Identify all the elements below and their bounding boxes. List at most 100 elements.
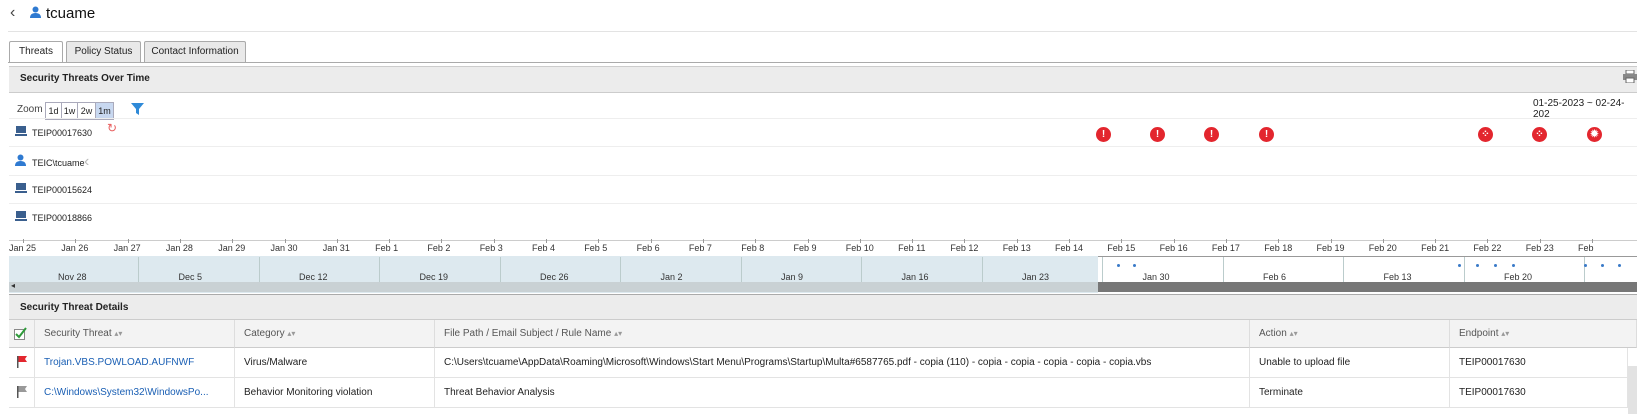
table-scrollbar[interactable] — [1628, 366, 1637, 414]
axis-tick-mark — [1382, 239, 1384, 243]
axis-tick-label: Feb 19 — [1316, 243, 1345, 253]
axis-tick-label: Feb 3 — [479, 243, 503, 253]
axis-tick-label: Jan 26 — [61, 243, 89, 253]
threat-marker[interactable]: ✹ — [1587, 127, 1602, 142]
tab-contact-information[interactable]: Contact Information — [144, 41, 246, 62]
sort-icon: ▴▾ — [1501, 329, 1510, 338]
tab-divider — [8, 62, 1637, 63]
axis-tick-label: Feb 5 — [584, 243, 608, 253]
endpoint-cell: TEIP00017630 — [1450, 378, 1628, 408]
col-endpoint[interactable]: Endpoint ▴▾ — [1450, 320, 1637, 348]
tab-threats[interactable]: Threats — [9, 41, 63, 63]
axis-tick-label: Feb 12 — [950, 243, 979, 253]
action-cell: Unable to upload file — [1250, 348, 1450, 378]
axis-tick-label: Feb 16 — [1159, 243, 1188, 253]
navigator-tick-label: Jan 16 — [901, 272, 929, 282]
event-dot — [1458, 264, 1461, 267]
navigator-tick-label: Dec 26 — [540, 272, 569, 282]
axis-tick-label: Feb 8 — [741, 243, 765, 253]
axis-tick-mark — [1539, 239, 1541, 243]
red-flag-icon[interactable] — [16, 356, 28, 369]
zoom-label: Zoom — [17, 104, 43, 115]
axis-tick-label: Feb 10 — [845, 243, 874, 253]
threat-name[interactable]: Trojan.VBS.POWLOAD.AUFNWF — [44, 357, 194, 368]
event-dot — [1584, 264, 1587, 267]
endpoint-label[interactable]: TEIP00015624 — [32, 185, 92, 195]
axis-tick-label: Feb 6 — [636, 243, 660, 253]
navigator-scrollbar-track[interactable] — [9, 282, 1098, 292]
axis-tick-mark — [702, 239, 704, 243]
col-security-threat[interactable]: Security Threat ▴▾ — [35, 320, 235, 348]
col-file-path[interactable]: File Path / Email Subject / Rule Name ▴▾ — [435, 320, 1250, 348]
axis-tick-mark — [389, 239, 391, 243]
navigator-tick-label: Feb 13 — [1383, 272, 1412, 282]
back-button[interactable]: ‹ — [10, 4, 15, 22]
axis-tick-label: Jan 31 — [322, 243, 350, 253]
axis-tick-label: Feb 20 — [1368, 243, 1397, 253]
row-divider — [9, 146, 1637, 147]
axis-tick-label: Jan 30 — [270, 243, 298, 253]
sort-icon: ▴▾ — [1289, 329, 1298, 338]
axis-tick-label: Feb 9 — [793, 243, 817, 253]
table-row[interactable] — [9, 378, 35, 408]
navigator-tick-label: Dec 12 — [299, 272, 328, 282]
axis-tick-mark — [1330, 239, 1332, 243]
axis-tick-mark — [284, 239, 286, 243]
scroll-left-icon[interactable]: ◂ — [11, 281, 15, 290]
axis-tick-label: Feb 17 — [1211, 243, 1240, 253]
axis-tick-label: Jan 25 — [9, 243, 37, 253]
chevron-left-icon[interactable]: ‹ — [84, 153, 89, 171]
details-panel-header — [9, 295, 1637, 320]
tab-policy-status[interactable]: Policy Status — [66, 41, 141, 62]
axis-tick-mark — [1435, 239, 1437, 243]
row-divider — [9, 175, 1637, 176]
refresh-icon[interactable]: ↻ — [107, 121, 117, 135]
axis-tick-mark — [964, 239, 966, 243]
print-icon[interactable] — [1623, 70, 1637, 83]
navigator-scrollbar-thumb[interactable] — [1098, 282, 1637, 292]
threat-marker[interactable]: ⁘ — [1478, 127, 1493, 142]
axis-tick-label: Jan 28 — [165, 243, 193, 253]
navigator-separator — [620, 257, 621, 282]
col-action[interactable]: Action ▴▾ — [1250, 320, 1450, 348]
navigator-separator — [138, 257, 139, 282]
threat-name[interactable]: C:\Windows\System32\WindowsPo... — [44, 387, 209, 398]
axis-tick-mark — [912, 239, 914, 243]
table-row[interactable] — [9, 348, 35, 378]
axis-tick-mark — [859, 239, 861, 243]
axis-tick-mark — [1016, 239, 1018, 243]
file-path-cell: C:\Users\tcuame\AppData\Roaming\Microsof… — [435, 348, 1250, 378]
filter-icon[interactable] — [131, 103, 144, 115]
axis-tick-mark — [807, 239, 809, 243]
threat-marker[interactable]: ! — [1096, 127, 1111, 142]
endpoint-label[interactable]: TEIP00018866 — [32, 213, 92, 223]
navigator-tick-label: Feb 6 — [1263, 272, 1287, 282]
threat-marker[interactable]: ! — [1204, 127, 1219, 142]
user-label[interactable]: TEIC\tcuame — [32, 158, 85, 168]
threat-marker[interactable]: ⁘ — [1532, 127, 1547, 142]
category-cell: Behavior Monitoring violation — [235, 378, 435, 408]
column-label: Action — [1259, 328, 1287, 339]
col-category[interactable]: Category ▴▾ — [235, 320, 435, 348]
navigator-tick-label: Dec 5 — [178, 272, 203, 282]
date-range: 01-25-2023 ~ 02-24-202 — [1533, 98, 1625, 120]
axis-tick-mark — [650, 239, 652, 243]
axis-tick-mark — [1069, 239, 1070, 243]
endpoint-label[interactable]: TEIP00017630 — [32, 128, 92, 138]
threat-marker[interactable]: ! — [1150, 127, 1165, 142]
axis-tick-mark — [1225, 239, 1227, 243]
navigator-tick-label: Dec 19 — [419, 272, 449, 282]
column-label: File Path / Email Subject / Rule Name — [444, 328, 612, 339]
column-label: Security Threat — [44, 328, 112, 339]
axis-tick-label: Feb 15 — [1107, 243, 1136, 253]
gray-flag-icon[interactable] — [16, 386, 28, 399]
threat-marker[interactable]: ! — [1259, 127, 1274, 142]
select-all-checkbox[interactable] — [9, 320, 35, 348]
threat-name-link[interactable]: C:\Windows\System32\WindowsPo... — [35, 378, 235, 408]
axis-tick-label: Feb 22 — [1473, 243, 1502, 253]
threat-name-link[interactable]: Trojan.VBS.POWLOAD.AUFNWF — [35, 348, 235, 378]
event-dot — [1117, 264, 1120, 267]
axis-tick-mark — [23, 239, 24, 243]
event-dot — [1512, 264, 1515, 267]
checkmark-icon[interactable] — [14, 327, 27, 340]
